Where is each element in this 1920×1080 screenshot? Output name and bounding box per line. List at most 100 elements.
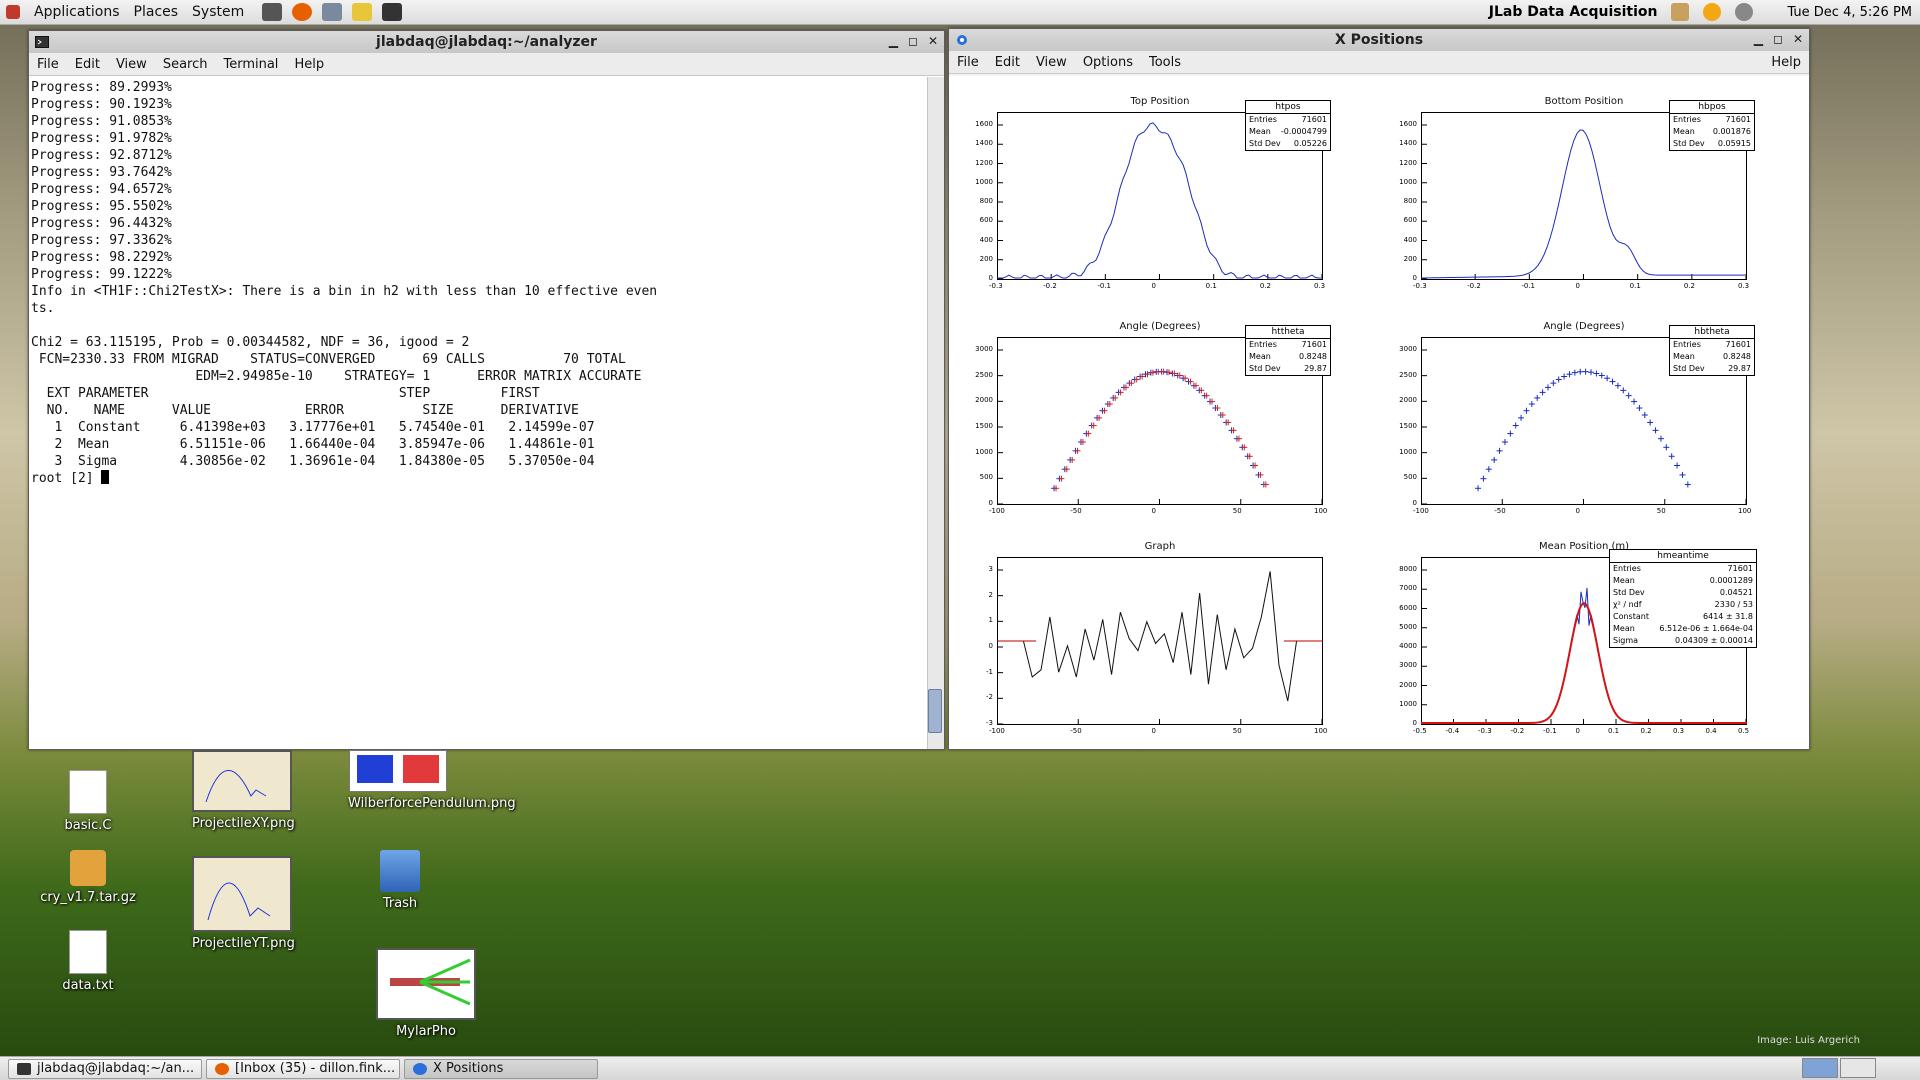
stat-value: 71601	[1301, 340, 1327, 349]
stat-label: Entries	[1613, 564, 1641, 573]
terminal-output[interactable]: Progress: 89.2993% Progress: 90.1923% Pr…	[29, 77, 926, 749]
firefox-launcher-icon[interactable]	[292, 3, 313, 21]
workspace-2[interactable]	[1840, 1058, 1876, 1078]
stat-label: Mean	[1673, 352, 1695, 361]
y-tick-label: 3000	[975, 345, 993, 353]
stat-value: 71601	[1725, 340, 1751, 349]
terminal-menu-search[interactable]: Search	[163, 57, 208, 72]
y-tick-label: 1500	[975, 422, 993, 430]
weather-icon[interactable]	[1703, 3, 1722, 21]
desktop-icon-projectilexy[interactable]: ProjectileXY.png	[192, 750, 295, 831]
terminal-menu-help[interactable]: Help	[294, 57, 324, 72]
stat-row: Mean 6.512e-06 ± 1.664e-04	[1610, 623, 1756, 635]
xpos-menu-view[interactable]: View	[1036, 55, 1067, 70]
places-menu[interactable]: Places	[134, 4, 179, 20]
maximize-icon[interactable]: ◻	[908, 34, 918, 48]
close-icon[interactable]: ✕	[928, 34, 938, 48]
stat-label: χ² / ndf	[1613, 600, 1642, 609]
stat-row: Mean 0.0001289	[1610, 575, 1756, 587]
stat-row: Mean -0.0004799	[1246, 126, 1330, 138]
y-tick-label: 3	[988, 565, 993, 573]
desktop-icon-label: data.txt	[62, 978, 114, 993]
xpos-title: X Positions	[1334, 32, 1424, 48]
y-tick-label: 1600	[975, 120, 993, 128]
clock[interactable]: Tue Dec 4, 5:26 PM	[1787, 5, 1912, 20]
mail-launcher-icon[interactable]	[322, 3, 343, 21]
xpos-menu-options[interactable]: Options	[1083, 55, 1133, 70]
terminal-titlebar[interactable]: jlabdaq@jlabdaq:~/analyzer ▁ ◻ ✕	[29, 31, 944, 53]
update-icon[interactable]	[1671, 3, 1690, 21]
desktop-icon-label: ProjectileYT.png	[192, 936, 295, 951]
desktop-icon-cry-tar[interactable]: cry_v1.7.tar.gz	[38, 850, 138, 905]
xpos-titlebar[interactable]: X Positions ▁ ◻ ✕	[949, 29, 1809, 51]
y-tick-label: 1500	[1399, 422, 1417, 430]
y-tick-label: 400	[1403, 235, 1417, 244]
stat-row: Std Dev 0.05226	[1246, 138, 1330, 150]
maximize-icon[interactable]: ◻	[1773, 32, 1783, 46]
desktop-icon-basic-c[interactable]: basic.C	[38, 770, 138, 833]
notes-launcher-icon[interactable]	[352, 3, 373, 21]
terminal-icon	[35, 36, 49, 48]
desktop-icon-mylarpho[interactable]: MylarPho	[376, 948, 476, 1039]
stat-label: Mean	[1249, 352, 1271, 361]
minimize-icon[interactable]: ▁	[1754, 32, 1763, 46]
workspace-1[interactable]	[1802, 1058, 1838, 1078]
close-icon[interactable]: ✕	[1793, 32, 1803, 46]
desktop-icon-data-txt[interactable]: data.txt	[38, 930, 138, 993]
x-tick-label: 0	[1575, 282, 1580, 290]
stat-row: Entries 71601	[1670, 339, 1754, 351]
y-tick-label: 200	[979, 254, 993, 263]
x-tick-label: -50	[1494, 507, 1506, 515]
taskbar-item-terminal[interactable]: jlabdaq@jlabdaq:~/an...	[8, 1058, 202, 1079]
stat-box[interactable]: httheta Entries 71601 Mean 0.8248 Std Dev 29.8…	[1245, 325, 1331, 376]
x-tick-label: 100	[1314, 727, 1328, 735]
stat-box[interactable]: hmeantime Entries 71601 Mean 0.0001289 Std De…	[1609, 549, 1757, 648]
y-tick-label: 1600	[1399, 120, 1417, 128]
stat-box-title: hbtheta	[1670, 326, 1754, 339]
desktop-icon-trash[interactable]: Trash	[350, 850, 450, 911]
stat-label: Mean	[1249, 127, 1271, 136]
stat-value: 6414 ± 31.8	[1703, 612, 1753, 621]
screenshot-launcher-icon[interactable]	[262, 3, 283, 21]
taskbar-item-xpositions[interactable]: X Positions	[404, 1058, 598, 1079]
stat-box[interactable]: hbtheta Entries 71601 Mean 0.8248 Std Dev 29.8…	[1669, 325, 1755, 376]
terminal-scrollbar[interactable]	[927, 77, 944, 749]
xpos-menu-help[interactable]: Help	[1771, 55, 1801, 70]
stat-row: Mean 0.8248	[1246, 351, 1330, 363]
text-file-icon	[69, 770, 107, 814]
applications-menu[interactable]: Applications	[34, 4, 120, 20]
stat-box[interactable]: htpos Entries 71601 Mean -0.0004799 Std Dev 0.…	[1245, 100, 1331, 151]
panel-right: JLab Data Acquisition Tue Dec 4, 5:26 PM	[1489, 0, 1912, 24]
stat-box[interactable]: hbpos Entries 71601 Mean 0.001876 Std Dev 0.05…	[1669, 100, 1755, 151]
terminal-menu-view[interactable]: View	[116, 57, 147, 72]
desktop-icon-label: MylarPho	[396, 1024, 456, 1039]
stat-value: 71601	[1301, 115, 1327, 124]
text-file-icon	[69, 930, 107, 974]
terminal-menu-file[interactable]: File	[37, 57, 59, 72]
xpos-menu-file[interactable]: File	[957, 55, 979, 70]
xpos-menu-edit[interactable]: Edit	[995, 55, 1020, 70]
y-tick-label: 8000	[1399, 565, 1417, 573]
y-tick-label: 0	[1412, 719, 1417, 727]
x-tick-label: 0.2	[1683, 282, 1695, 290]
stat-label: Entries	[1673, 340, 1701, 349]
minimize-icon[interactable]: ▁	[889, 34, 898, 48]
x-tick-label: 100	[1314, 507, 1328, 515]
desktop-icon-wilberforce[interactable]: WilberforcePendulum.png	[348, 750, 516, 811]
workspace-switcher[interactable]	[1802, 1058, 1876, 1078]
xpos-menu-tools[interactable]: Tools	[1149, 55, 1181, 70]
x-tick-label: 0	[1151, 282, 1156, 290]
terminal-menu-terminal[interactable]: Terminal	[223, 57, 278, 72]
taskbar-item-firefox[interactable]: [Inbox (35) - dillon.fink...	[206, 1058, 400, 1079]
root-icon	[957, 35, 967, 45]
terminal-launcher-icon[interactable]	[382, 3, 403, 21]
terminal-menu-edit[interactable]: Edit	[75, 57, 100, 72]
xpos-menubar: File Edit View Options Tools Help	[949, 51, 1809, 74]
scrollbar-thumb[interactable]	[928, 689, 942, 733]
desktop-icon-projectileyt[interactable]: ProjectileYT.png	[192, 856, 295, 951]
y-tick-label: 1000	[1399, 699, 1417, 708]
volume-icon[interactable]	[1735, 3, 1754, 21]
y-tick-label: 1	[988, 616, 993, 625]
system-menu[interactable]: System	[192, 4, 244, 20]
root-canvas[interactable]: Top Position -0.3 -0.2 -0.1 0 0.1 0.2 0.3 0 200 40…	[949, 76, 1809, 749]
